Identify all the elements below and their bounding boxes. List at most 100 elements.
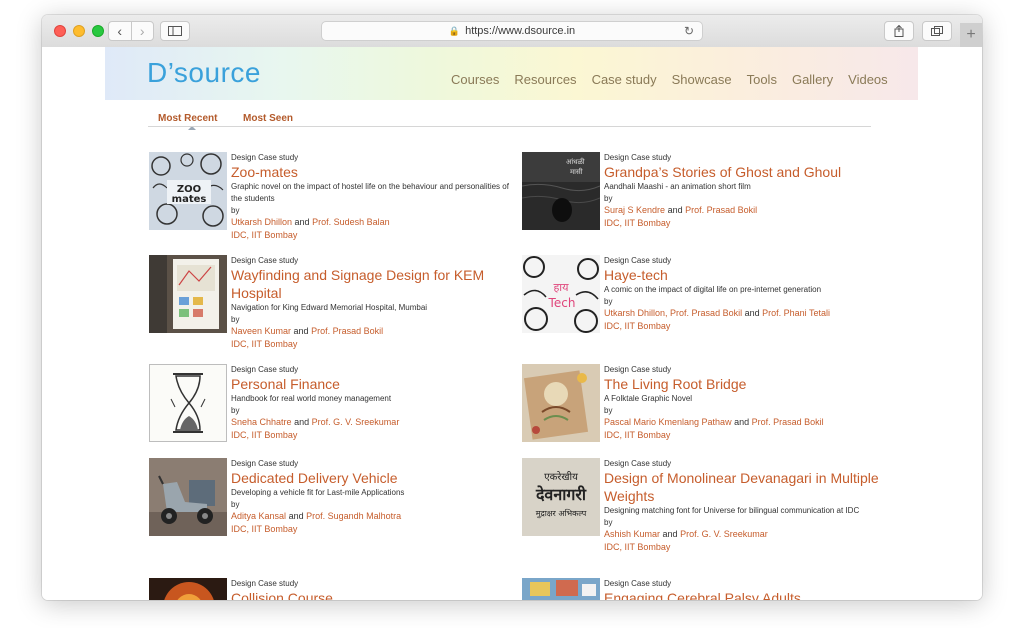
institute-link[interactable]: IDC, IIT Bombay (604, 429, 894, 442)
and-label: and (288, 511, 304, 521)
card-category: Design Case study (231, 153, 299, 162)
author-link[interactable]: Sneha Chhatre (231, 417, 292, 427)
page-content: D’source Courses Resources Case study Sh… (42, 47, 982, 600)
tab-most-seen[interactable]: Most Seen (243, 113, 293, 124)
new-tab-icon[interactable]: + (960, 23, 982, 47)
minimize-window-button[interactable] (73, 25, 85, 37)
reload-icon[interactable]: ↻ (684, 24, 694, 38)
thumbnail-devanagari[interactable]: एकरेखीय देवनागरी मुद्राक्षर अभिकल्प (522, 458, 600, 536)
author-link[interactable]: Prof. Prasad Bokil (685, 205, 757, 215)
card-description: Graphic novel on the impact of hostel li… (231, 182, 509, 203)
svg-text:आंधळी: आंधळी (566, 157, 585, 166)
card-title[interactable]: Wayfinding and Signage Design for KEM Ho… (231, 266, 521, 302)
institute-link[interactable]: IDC, IIT Bombay (231, 523, 521, 536)
author-link[interactable]: Prof. Prasad Bokil (752, 417, 824, 427)
institute-link[interactable]: IDC, IIT Bombay (231, 338, 521, 351)
site-logo[interactable]: D’source (147, 57, 261, 89)
author-link[interactable]: Naveen Kumar (231, 326, 291, 336)
tabs-overview-button[interactable] (922, 21, 952, 41)
nav-gallery[interactable]: Gallery (792, 72, 833, 87)
thumbnail-cerebral-palsy[interactable] (522, 578, 600, 600)
nav-showcase[interactable]: Showcase (672, 72, 732, 87)
author-link[interactable]: Suraj S Kendre (604, 205, 665, 215)
card-title[interactable]: Collision Course (231, 589, 521, 600)
author-link[interactable]: Prof. Prasad Bokil (311, 326, 383, 336)
card-authors: Utkarsh Dhillon and Prof. Sudesh Balan (231, 216, 521, 229)
nav-videos[interactable]: Videos (848, 72, 888, 87)
share-button[interactable] (884, 21, 914, 41)
thumbnail-personal-finance[interactable] (149, 364, 227, 442)
tab-divider (148, 126, 871, 127)
thumbnail-wayfinding[interactable] (149, 255, 227, 333)
nav-tools[interactable]: Tools (747, 72, 777, 87)
institute-link[interactable]: IDC, IIT Bombay (604, 541, 894, 554)
back-icon[interactable]: ‹ (109, 22, 131, 40)
card-description: Developing a vehicle fit for Last-mile A… (231, 488, 405, 497)
card-title[interactable]: Zoo-mates (231, 163, 521, 181)
author-link[interactable]: Prof. G. V. Sreekumar (312, 417, 400, 427)
forward-icon[interactable]: › (130, 22, 154, 40)
and-label: and (734, 417, 750, 427)
card-category: Design Case study (231, 256, 299, 265)
by-label: by (604, 194, 613, 203)
browser-toolbar: ‹ › 🔒 https://www.dsource.in ↻ + (42, 15, 982, 48)
card-category: Design Case study (604, 153, 672, 162)
by-label: by (231, 500, 240, 509)
author-link[interactable]: Prof. Sugandh Malhotra (306, 511, 401, 521)
sidebar-toggle-button[interactable] (160, 21, 190, 41)
by-label: by (604, 518, 613, 527)
by-label: by (231, 406, 240, 415)
card-description: A comic on the impact of digital life on… (604, 285, 822, 294)
card-title[interactable]: Grandpa’s Stories of Ghost and Ghoul (604, 163, 894, 181)
svg-text:मासी: मासी (570, 167, 583, 176)
institute-link[interactable]: IDC, IIT Bombay (231, 229, 521, 242)
author-link[interactable]: Ashish Kumar (604, 529, 660, 539)
card-category: Design Case study (604, 459, 672, 468)
card-authors: Utkarsh Dhillon, Prof. Prasad Bokil and … (604, 307, 894, 320)
sidebar-icon (168, 26, 182, 36)
thumbnail-living-root-bridge[interactable] (522, 364, 600, 442)
tab-most-recent[interactable]: Most Recent (158, 113, 217, 124)
nav-resources[interactable]: Resources (514, 72, 576, 87)
card-title[interactable]: Personal Finance (231, 375, 521, 393)
svg-text:Tech: Tech (548, 296, 576, 310)
close-window-button[interactable] (54, 25, 66, 37)
author-link[interactable]: Pascal Mario Kmenlang Pathaw (604, 417, 732, 427)
author-link[interactable]: Aditya Kansal (231, 511, 286, 521)
by-label: by (231, 206, 240, 215)
thumbnail-devanagari-line2: देवनागरी (535, 485, 587, 504)
and-label: and (662, 529, 678, 539)
thumbnail-haye-tech[interactable]: हाय Tech (522, 255, 600, 333)
thumbnail-grandpas-stories[interactable]: आंधळी मासी (522, 152, 600, 230)
card-title[interactable]: Engaging Cerebral Palsy Adults (604, 589, 894, 600)
card-title[interactable]: Haye-tech (604, 266, 894, 284)
nav-case-study[interactable]: Case study (592, 72, 657, 87)
card-description: Handbook for real world money management (231, 394, 392, 403)
card-authors: Pascal Mario Kmenlang Pathaw and Prof. P… (604, 416, 894, 429)
card-authors: Sneha Chhatre and Prof. G. V. Sreekumar (231, 416, 521, 429)
author-link[interactable]: Prof. Prasad Bokil (670, 308, 742, 318)
card-title[interactable]: The Living Root Bridge (604, 375, 894, 393)
author-link[interactable]: Prof. Sudesh Balan (312, 217, 390, 227)
author-link[interactable]: Utkarsh Dhillon, (604, 308, 668, 318)
site-header: D’source Courses Resources Case study Sh… (105, 47, 918, 100)
by-label: by (231, 315, 240, 324)
thumbnail-delivery-vehicle[interactable] (149, 458, 227, 536)
card-category: Design Case study (231, 579, 299, 588)
author-link[interactable]: Utkarsh Dhillon (231, 217, 292, 227)
card-title[interactable]: Dedicated Delivery Vehicle (231, 469, 521, 487)
thumbnail-collision-course[interactable] (149, 578, 227, 600)
address-bar[interactable]: 🔒 https://www.dsource.in ↻ (321, 21, 703, 41)
thumbnail-zoo-mates[interactable]: ZOO mates (149, 152, 227, 230)
author-link[interactable]: Prof. Phani Tetali (762, 308, 830, 318)
institute-link[interactable]: IDC, IIT Bombay (604, 217, 894, 230)
by-label: by (604, 297, 613, 306)
institute-link[interactable]: IDC, IIT Bombay (604, 320, 894, 333)
card-description: Aandhali Maashi - an animation short fil… (604, 182, 751, 191)
by-label: by (604, 406, 613, 415)
nav-courses[interactable]: Courses (451, 72, 499, 87)
card-title[interactable]: Design of Monolinear Devanagari in Multi… (604, 469, 894, 505)
author-link[interactable]: Prof. G. V. Sreekumar (680, 529, 768, 539)
zoom-window-button[interactable] (92, 25, 104, 37)
institute-link[interactable]: IDC, IIT Bombay (231, 429, 521, 442)
